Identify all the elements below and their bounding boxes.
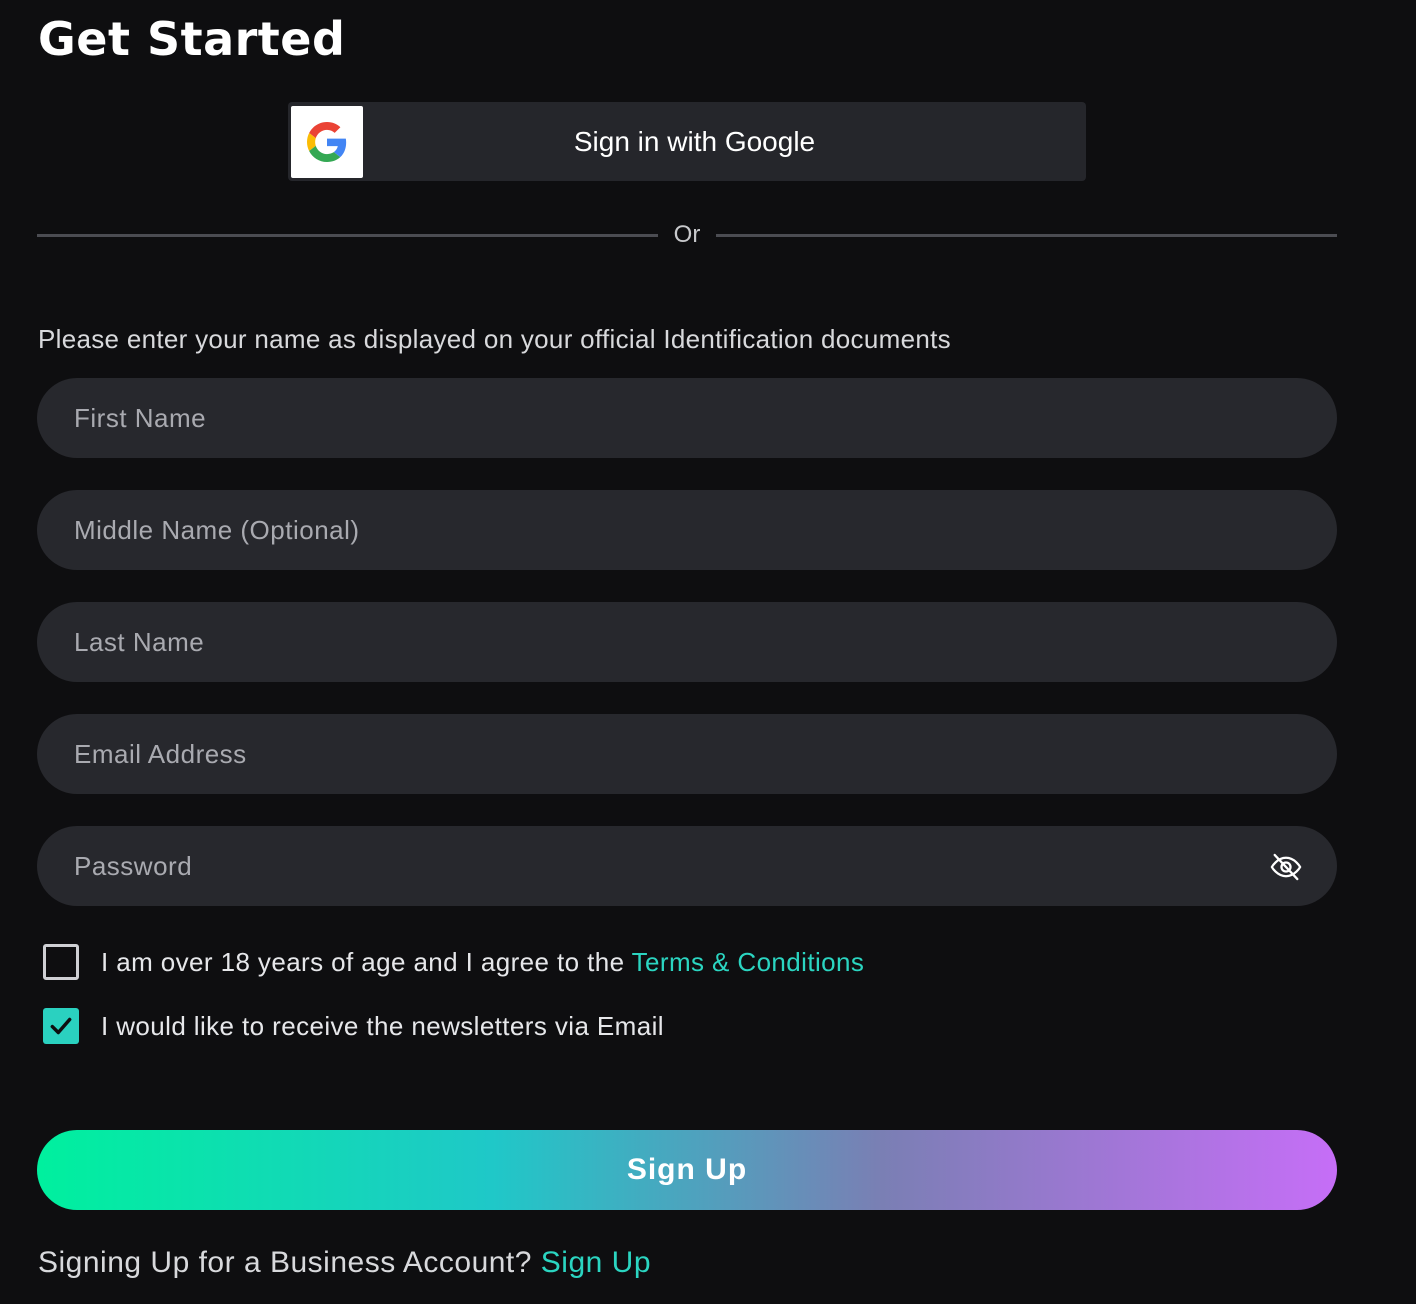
password-field[interactable] <box>37 826 1337 906</box>
terms-text: I am over 18 years of age and I agree to… <box>101 947 864 978</box>
or-divider: Or <box>37 221 1338 248</box>
business-signup-text: Signing Up for a Business Account? Sign … <box>38 1246 651 1280</box>
newsletter-checkbox[interactable] <box>43 1008 79 1044</box>
newsletter-label: I would like to receive the newsletters … <box>101 1010 664 1041</box>
divider-line-right <box>716 233 1338 237</box>
password-input[interactable] <box>72 849 1337 883</box>
divider-line-left <box>37 233 658 237</box>
name-hint: Please enter your name as displayed on y… <box>38 324 951 354</box>
newsletter-consent-row: I would like to receive the newsletters … <box>43 1008 664 1044</box>
checkmark-icon <box>50 1017 72 1035</box>
eye-off-icon[interactable] <box>1269 850 1303 884</box>
first-name-field[interactable] <box>37 378 1337 458</box>
terms-label: I am over 18 years of age and I agree to… <box>101 946 632 977</box>
middle-name-field[interactable] <box>37 490 1337 570</box>
divider-text: Or <box>673 221 701 248</box>
last-name-input[interactable] <box>72 625 1337 659</box>
sign-up-button[interactable]: Sign Up <box>37 1130 1337 1210</box>
middle-name-input[interactable] <box>72 513 1337 547</box>
google-logo-icon <box>291 105 363 178</box>
google-signin-button[interactable]: Sign in with Google <box>288 102 1086 181</box>
email-input[interactable] <box>72 737 1337 771</box>
terms-consent-row: I am over 18 years of age and I agree to… <box>43 944 864 980</box>
email-field[interactable] <box>37 714 1337 794</box>
business-signup-link[interactable]: Sign Up <box>541 1246 651 1279</box>
google-signin-label: Sign in with Google <box>573 125 816 157</box>
terms-checkbox[interactable] <box>43 944 79 980</box>
business-label: Signing Up for a Business Account? <box>38 1246 541 1279</box>
terms-link[interactable]: Terms & Conditions <box>632 947 865 977</box>
first-name-input[interactable] <box>72 401 1337 435</box>
last-name-field[interactable] <box>37 602 1337 682</box>
sign-up-label: Sign Up <box>626 1153 748 1186</box>
page-title: Get Started <box>38 12 346 66</box>
